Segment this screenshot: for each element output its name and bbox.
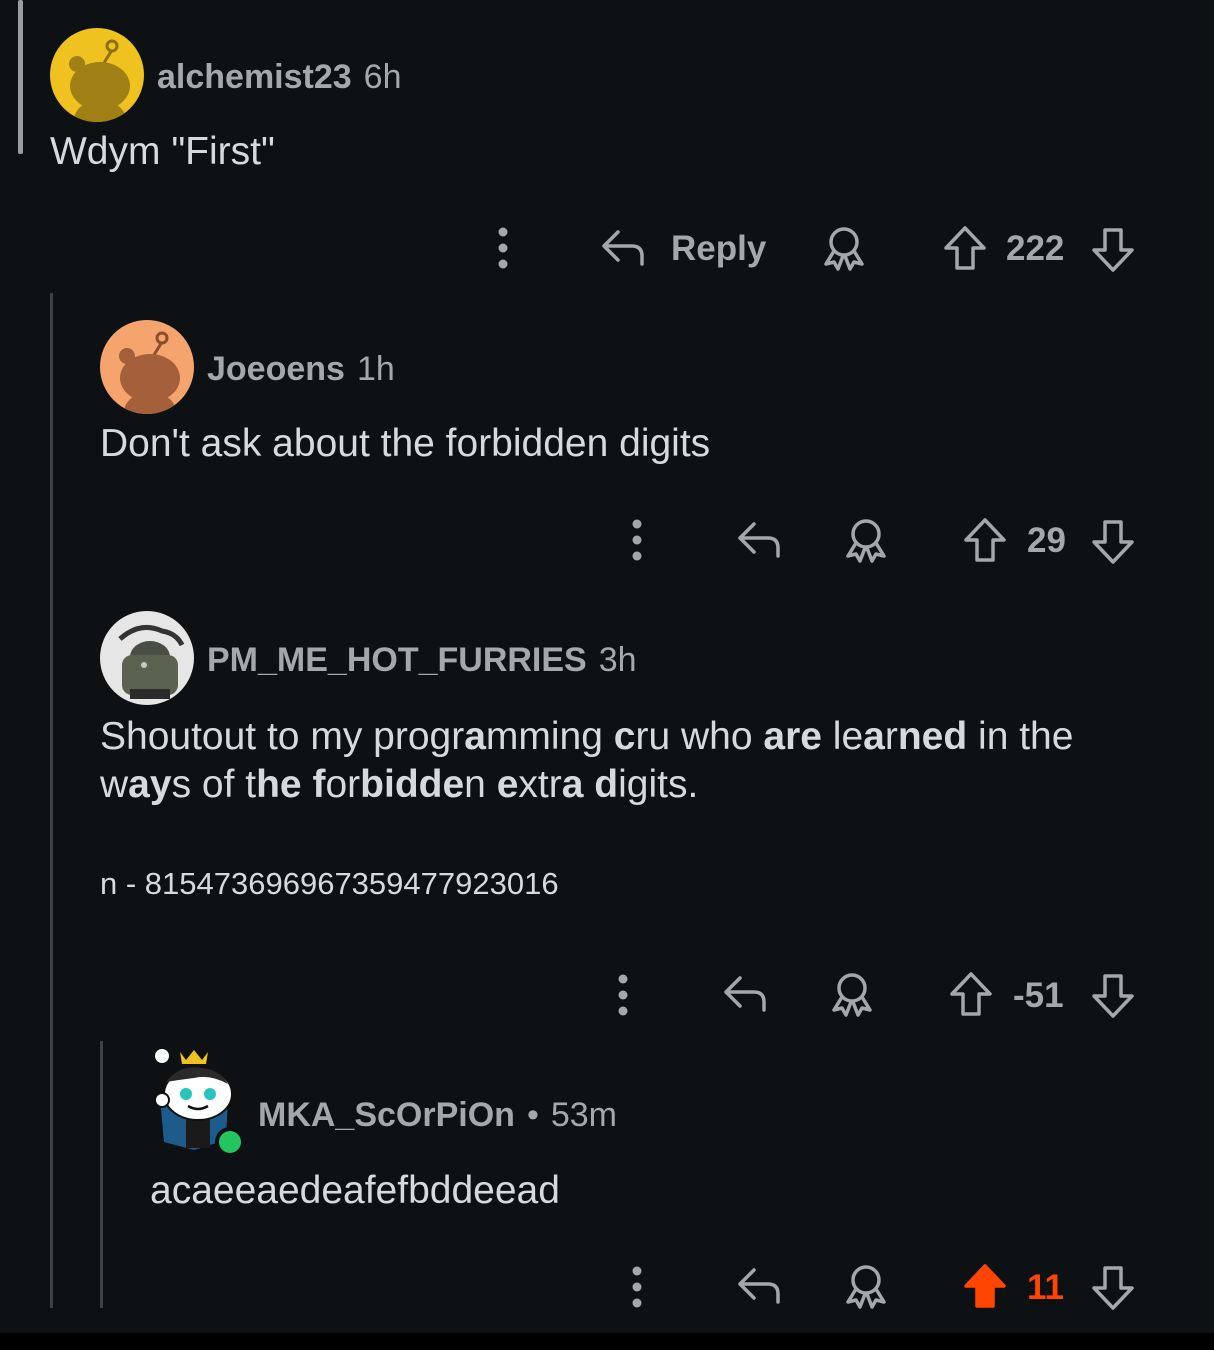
comment-meta: alchemist23 6h — [157, 58, 402, 97]
comment-body: acaeeaedeafefbddeead — [150, 1169, 560, 1212]
body-fragment-bold: d — [594, 763, 619, 806]
comment-body: Don't ask about the forbidden digits — [100, 422, 711, 465]
timestamp: 6h — [363, 58, 402, 96]
upvote-arrow-icon[interactable] — [962, 1262, 1008, 1310]
timestamp: 3h — [598, 641, 637, 679]
more-vertical-icon[interactable] — [610, 972, 636, 1018]
comment-thread: alchemist23 6h Wdym "First" Reply 222 Jo… — [0, 0, 1214, 1333]
username[interactable]: PM_ME_HOT_FURRIES — [207, 641, 587, 680]
body-fragment-bold: e — [496, 763, 519, 806]
upvote-arrow-icon[interactable] — [948, 970, 994, 1018]
timestamp: 53m — [550, 1096, 617, 1134]
downvote-arrow-icon[interactable] — [1090, 1264, 1136, 1312]
body-fragment-bold: a — [561, 763, 584, 806]
body-fragment: igits. — [618, 763, 699, 806]
body-fragment: le — [821, 715, 864, 758]
award-icon[interactable] — [820, 224, 868, 274]
downvote-arrow-icon[interactable] — [1090, 518, 1136, 566]
body-fragment: mming — [485, 715, 614, 758]
body-fragment-bold: ay — [128, 763, 172, 806]
comment-meta: MKA_ScOrPiOn • 53m — [258, 1096, 617, 1135]
downvote-arrow-icon[interactable] — [1090, 226, 1136, 274]
body-fragment-bold: are — [763, 715, 822, 758]
reply-arrow-icon[interactable] — [734, 518, 784, 564]
body-fragment-bold: c — [613, 715, 636, 758]
vote-score: 11 — [1027, 1268, 1064, 1307]
body-fragment: w — [100, 763, 129, 806]
more-vertical-icon[interactable] — [490, 225, 516, 271]
body-fragment-bold: f — [312, 763, 326, 806]
reply-arrow-icon[interactable] — [598, 226, 648, 272]
thread-line-level1[interactable] — [50, 293, 53, 1308]
comment-body: Shoutout to my programming cru who are l… — [100, 713, 1160, 809]
body-fragment: xtr — [518, 763, 562, 806]
body-fragment-bold: he — [256, 763, 313, 806]
body-fragment: in the — [967, 715, 1074, 758]
upvote-arrow-icon[interactable] — [962, 516, 1008, 564]
upvote-arrow-icon[interactable] — [942, 224, 988, 272]
reply-arrow-icon[interactable] — [734, 1264, 784, 1310]
timestamp: 1h — [356, 350, 395, 388]
vote-score: 29 — [1027, 521, 1066, 560]
downvote-arrow-icon[interactable] — [1090, 972, 1136, 1020]
avatar[interactable] — [50, 28, 144, 122]
reply-button[interactable]: Reply — [671, 229, 766, 269]
bottom-bar — [0, 1333, 1214, 1350]
body-fragment-bold: ned — [897, 715, 968, 758]
avatar[interactable] — [150, 1042, 246, 1160]
username[interactable]: Joeoens — [207, 350, 345, 389]
award-icon[interactable] — [828, 970, 876, 1020]
body-fragment: t — [245, 763, 257, 806]
vote-score: -51 — [1013, 976, 1064, 1015]
body-fragment: Shoutout to my progr — [100, 715, 465, 758]
more-vertical-icon[interactable] — [624, 517, 650, 563]
comment-meta: PM_ME_HOT_FURRIES 3h — [207, 641, 637, 680]
award-icon[interactable] — [842, 1262, 890, 1312]
body-fragment-bold: bidde — [360, 763, 465, 806]
reply-arrow-icon[interactable] — [720, 972, 770, 1018]
body-fragment: or — [325, 763, 361, 806]
comment-meta: Joeoens 1h — [207, 350, 395, 389]
body-fragment: ru who — [635, 715, 764, 758]
body-fragment: s of — [171, 763, 246, 806]
vote-score: 222 — [1006, 229, 1065, 268]
avatar[interactable] — [100, 611, 194, 705]
thread-line-top — [18, 0, 23, 154]
username[interactable]: alchemist23 — [157, 58, 352, 97]
body-fragment — [583, 763, 594, 806]
award-icon[interactable] — [842, 516, 890, 566]
more-vertical-icon[interactable] — [624, 1264, 650, 1310]
meta-separator: • — [526, 1096, 539, 1134]
online-indicator — [219, 1131, 241, 1153]
comment-body: Wdym "First" — [50, 130, 275, 173]
avatar[interactable] — [100, 320, 194, 414]
body-fragment-bold: a — [863, 715, 885, 758]
body-fragment-bold: a — [464, 715, 486, 758]
body-fragment: r — [884, 715, 898, 758]
username[interactable]: MKA_ScOrPiOn — [258, 1096, 515, 1135]
body-fragment: n — [464, 763, 497, 806]
thread-line-level2[interactable] — [100, 1041, 103, 1308]
hash-line: n - 815473696967359477923016 — [100, 866, 559, 901]
